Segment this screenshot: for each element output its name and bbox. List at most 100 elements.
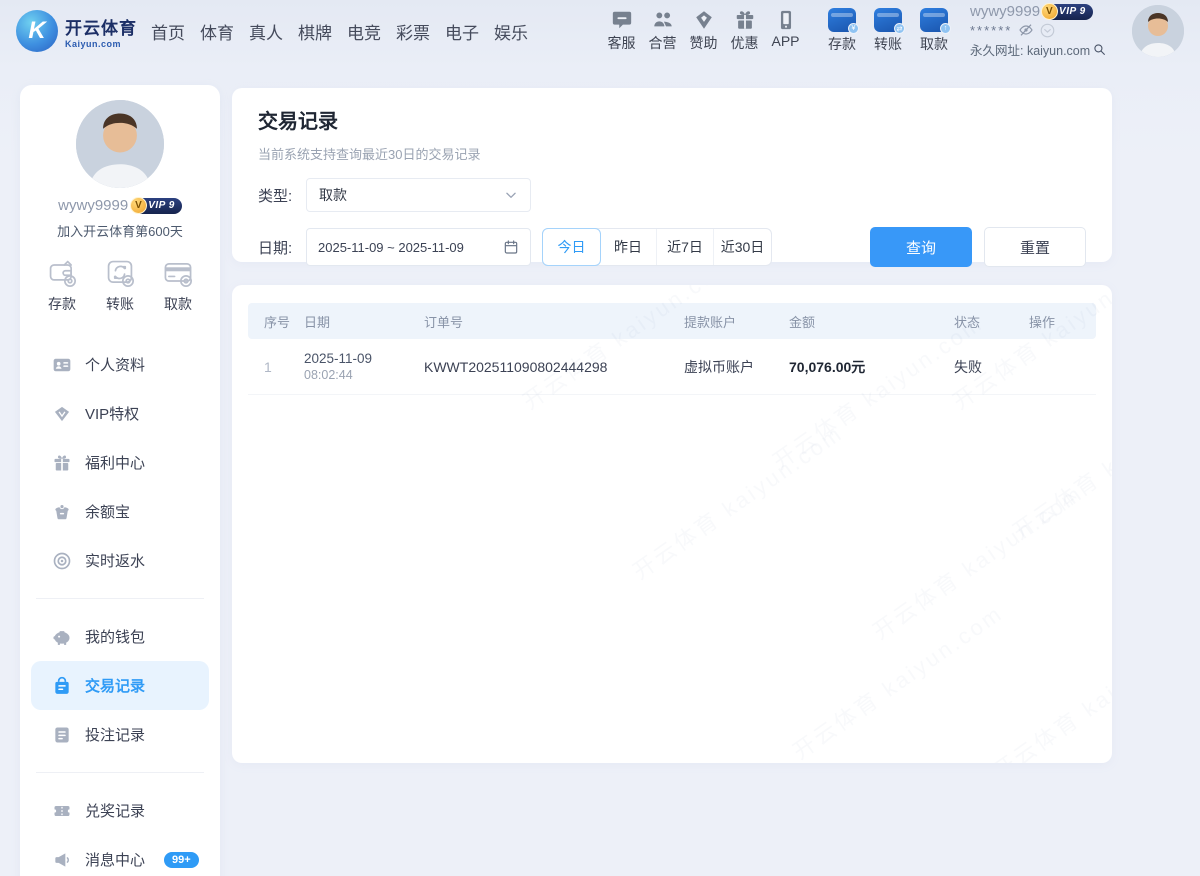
sidebar-item-messages[interactable]: 消息中心 99+ (20, 835, 220, 876)
balance-mask: ****** (970, 23, 1012, 38)
exchange-outline-icon (104, 257, 136, 289)
megaphone-icon (52, 850, 72, 870)
service-partners[interactable]: 合营 (642, 9, 683, 53)
nav-item-chess[interactable]: 棋牌 (298, 19, 332, 44)
sidebar-item-profile[interactable]: 个人资料 (20, 340, 220, 389)
query-button[interactable]: 查询 (870, 227, 972, 267)
piggy-bank-icon (52, 627, 72, 647)
brand-name-cn: 开云体育 (65, 14, 137, 39)
row-date: 2025-11-09 08:02:44 (304, 351, 424, 382)
vip-shield-icon: V (130, 197, 147, 214)
phone-icon (775, 9, 797, 31)
row-account: 虚拟币账户 (684, 357, 789, 377)
sidebar-item-bets[interactable]: 投注记录 (20, 710, 220, 759)
chevron-down-icon (504, 188, 518, 202)
row-amount: 70,076.00元 (789, 357, 954, 377)
header-withdraw-button[interactable]: ↑ 取款 (914, 8, 954, 54)
wallet-outline-icon (46, 257, 78, 289)
message-count-badge: 99+ (164, 852, 199, 868)
bet-doc-icon (52, 725, 72, 745)
col-no: 序号 (248, 312, 304, 331)
username: wywy9999 (970, 3, 1040, 20)
nav-item-esports[interactable]: 电竞 (347, 19, 381, 44)
withdraw-card-icon: ↑ (920, 8, 948, 32)
eye-off-icon[interactable] (1018, 22, 1034, 38)
transaction-bag-icon (52, 676, 72, 696)
service-sponsor[interactable]: 赞助 (683, 9, 724, 53)
col-operation: 操作 (1029, 312, 1096, 331)
piggy-pot-icon (52, 502, 72, 522)
sidebar-item-rebate[interactable]: 实时返水 (20, 536, 220, 585)
table-header-row: 序号 日期 订单号 提款账户 金额 状态 操作 (248, 303, 1096, 339)
top-bar: K 开云体育 Kaiyun.com 首页 体育 真人 棋牌 电竞 彩票 电子 娱… (0, 0, 1200, 62)
col-amount: 金额 (789, 312, 954, 331)
avatar-photo-icon (1132, 5, 1184, 57)
sidebar: wywy9999 V VIP 9 加入开云体育第600天 存款 转账 取款 (20, 85, 220, 876)
date-filter-row: 日期: 2025-11-09 ~ 2025-11-09 今日 昨日 近7日 近3… (258, 227, 1086, 267)
nav-item-lottery[interactable]: 彩票 (396, 19, 430, 44)
deposit-card-icon: ¥ (828, 8, 856, 32)
date-range-value: 2025-11-09 ~ 2025-11-09 (318, 240, 464, 255)
type-select[interactable]: 取款 (306, 178, 531, 212)
page: K 开云体育 Kaiyun.com 首页 体育 真人 棋牌 电竞 彩票 电子 娱… (0, 0, 1200, 876)
type-label: 类型: (258, 185, 306, 206)
kaiyun-logo-icon: K (16, 10, 58, 52)
sidebar-deposit-button[interactable]: 存款 (46, 257, 78, 314)
service-icons: 客服 合营 赞助 优惠 APP (601, 9, 806, 53)
service-promo[interactable]: 优惠 (724, 9, 765, 53)
shortcut-7days[interactable]: 近7日 (657, 229, 714, 265)
sidebar-item-prizes[interactable]: 兑奖记录 (20, 786, 220, 835)
partners-icon (652, 9, 674, 31)
sidebar-transfer-button[interactable]: 转账 (104, 257, 136, 314)
col-account: 提款账户 (684, 312, 789, 331)
gift-icon (734, 9, 756, 31)
col-date: 日期 (304, 312, 424, 331)
shortcut-today[interactable]: 今日 (542, 228, 601, 266)
profile-vip-badge: V VIP 9 (134, 198, 182, 214)
search-icon[interactable] (1093, 43, 1106, 56)
nav-item-sports[interactable]: 体育 (200, 19, 234, 44)
profile-username: wywy9999 (58, 197, 128, 214)
prize-ticket-icon (52, 801, 72, 821)
service-app[interactable]: APP (765, 9, 806, 53)
sidebar-item-yuebao[interactable]: 余额宝 (20, 487, 220, 536)
menu-divider (36, 772, 204, 773)
sponsor-icon (693, 9, 715, 31)
profile-avatar[interactable] (76, 100, 164, 188)
header-deposit-button[interactable]: ¥ 存款 (822, 8, 862, 54)
filters-card: 交易记录 当前系统支持查询最近30日的交易记录 类型: 取款 日期: 2025-… (232, 88, 1112, 262)
sidebar-item-transactions[interactable]: 交易记录 (31, 661, 209, 710)
shortcut-yesterday[interactable]: 昨日 (600, 229, 657, 265)
type-select-value: 取款 (319, 185, 347, 205)
sidebar-withdraw-button[interactable]: 取款 (162, 257, 194, 314)
nav-item-entertainment[interactable]: 娱乐 (494, 19, 528, 44)
nav-item-live[interactable]: 真人 (249, 19, 283, 44)
brand-logo[interactable]: K 开云体育 Kaiyun.com (16, 10, 137, 52)
welfare-gift-icon (52, 453, 72, 473)
nav-item-home[interactable]: 首页 (151, 19, 185, 44)
row-order-number: KWWT202511090802444298 (424, 359, 684, 375)
table-row: 1 2025-11-09 08:02:44 KWWT20251109080244… (248, 339, 1096, 395)
sidebar-item-vip[interactable]: VIP特权 (20, 389, 220, 438)
id-card-icon (52, 355, 72, 375)
chevron-circle-icon[interactable] (1040, 23, 1055, 38)
sidebar-menu: 个人资料 VIP特权 福利中心 余额宝 实时返水 我的钱包 (20, 340, 220, 876)
calendar-icon (503, 239, 519, 255)
sidebar-quick-actions: 存款 转账 取款 (20, 257, 220, 314)
shortcut-30days[interactable]: 近30日 (714, 229, 771, 265)
sidebar-item-welfare[interactable]: 福利中心 (20, 438, 220, 487)
col-status: 状态 (954, 312, 1029, 331)
nav-item-slots[interactable]: 电子 (445, 19, 479, 44)
service-support[interactable]: 客服 (601, 9, 642, 53)
type-filter-row: 类型: 取款 (258, 178, 1086, 212)
avatar[interactable] (1132, 5, 1184, 57)
header-transfer-button[interactable]: ⇄ 转账 (868, 8, 908, 54)
date-label: 日期: (258, 237, 306, 258)
date-range-input[interactable]: 2025-11-09 ~ 2025-11-09 (306, 228, 531, 266)
brand-name-en: Kaiyun.com (65, 39, 137, 49)
page-title: 交易记录 (258, 105, 1086, 134)
sidebar-item-wallet[interactable]: 我的钱包 (20, 612, 220, 661)
join-days-text: 加入开云体育第600天 (20, 221, 220, 240)
reset-button[interactable]: 重置 (984, 227, 1086, 267)
rebate-target-icon (52, 551, 72, 571)
